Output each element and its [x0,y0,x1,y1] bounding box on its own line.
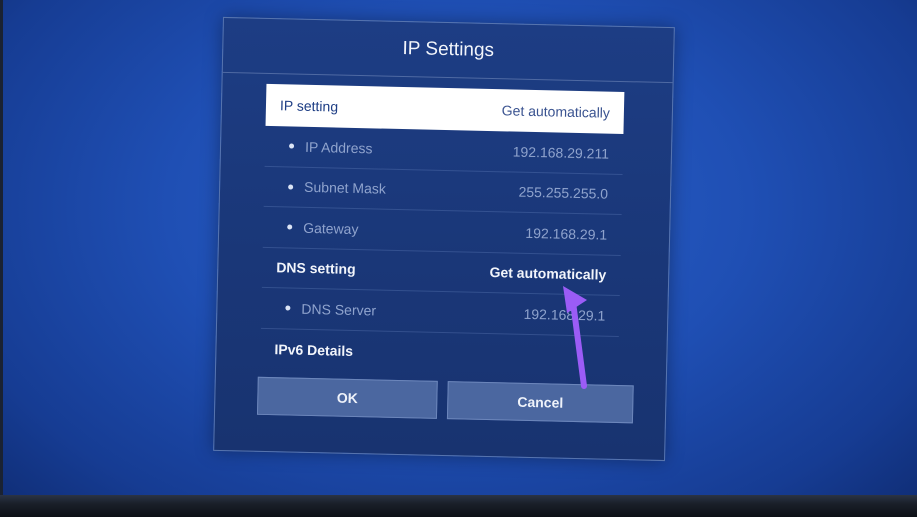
tv-bezel-bottom [0,495,917,517]
gateway-label-text: Gateway [303,219,359,237]
bullet-icon [285,305,291,311]
gateway-label: Gateway [277,219,359,237]
dialog-title: IP Settings [222,17,674,84]
subnet-mask-label-text: Subnet Mask [303,179,387,197]
tv-bezel-left [0,0,3,517]
ip-address-label-text: IP Address [304,138,373,157]
dns-server-value: 192.168.29.1 [523,305,606,324]
bullet-icon [289,143,295,149]
ip-setting-label: IP setting [279,97,339,115]
ip-setting-value: Get automatically [501,102,611,121]
dns-setting-value: Get automatically [489,264,607,283]
settings-list: IP setting Get automatically IP Address … [260,83,625,377]
bullet-icon [288,184,294,190]
ok-button[interactable]: OK [256,376,438,419]
gateway-value: 192.168.29.1 [525,224,608,243]
ip-address-label: IP Address [279,138,373,156]
dialog-buttons: OK Cancel [256,376,634,424]
ip-settings-dialog: IP Settings IP setting Get automatically… [213,16,675,462]
ipv6-details-row[interactable]: IPv6 Details [260,328,619,377]
bullet-icon [287,224,293,230]
dns-server-label: DNS Server [275,300,376,318]
ipv6-details-label: IPv6 Details [274,340,354,359]
dns-setting-label: DNS setting [276,259,356,278]
dns-server-label-text: DNS Server [301,300,377,319]
subnet-mask-value: 255.255.255.0 [518,183,609,202]
ip-address-value: 192.168.29.211 [512,143,610,162]
subnet-mask-label: Subnet Mask [278,178,387,197]
cancel-button[interactable]: Cancel [446,381,634,424]
